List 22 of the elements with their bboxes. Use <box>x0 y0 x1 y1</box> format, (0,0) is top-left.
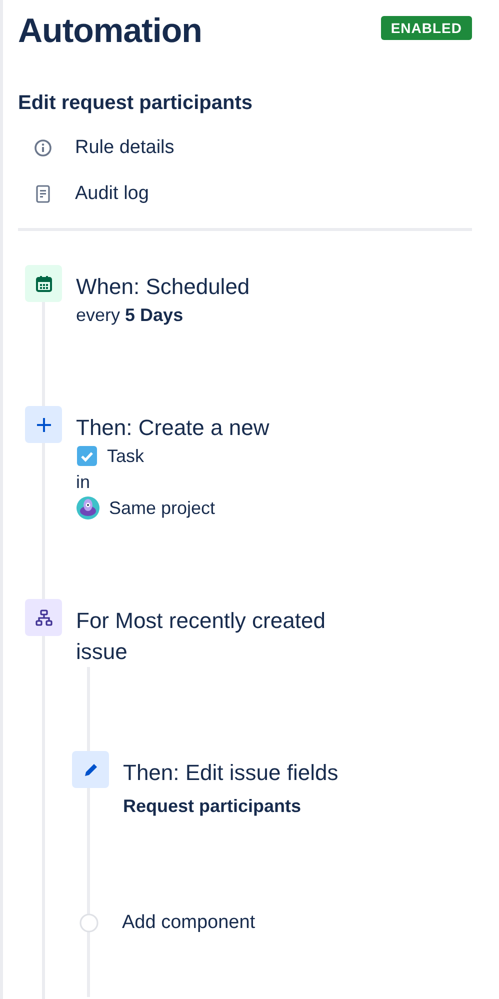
avatar-icon <box>76 496 100 520</box>
rule-name: Edit request participants <box>18 91 254 116</box>
detail-text: in <box>76 471 92 494</box>
plus-icon <box>34 416 52 434</box>
calendar-icon <box>34 274 52 292</box>
detail-text: Same project <box>109 497 216 520</box>
detail-text: Request participants <box>123 795 302 818</box>
page-title: Automation <box>18 11 202 52</box>
detail-text: Task <box>107 445 144 468</box>
step-title[interactable]: Then: Create a new <box>76 412 376 443</box>
detail-text: every 5 Days <box>76 304 184 327</box>
step-title[interactable]: Then: Edit issue fields <box>123 757 423 788</box>
document-icon <box>34 185 52 203</box>
add-component-link[interactable]: Add component <box>72 911 472 935</box>
hierarchy-icon <box>34 608 52 626</box>
checkbox-icon <box>76 445 98 467</box>
info-icon <box>34 139 52 157</box>
status-badge: ENABLED <box>380 16 472 40</box>
sidebar-link[interactable]: Audit log <box>34 182 472 206</box>
sidebar-link[interactable]: Rule details <box>34 136 472 160</box>
step-title[interactable]: When: Scheduled <box>76 271 376 302</box>
step-title[interactable]: For Most recently created issue <box>76 605 376 667</box>
